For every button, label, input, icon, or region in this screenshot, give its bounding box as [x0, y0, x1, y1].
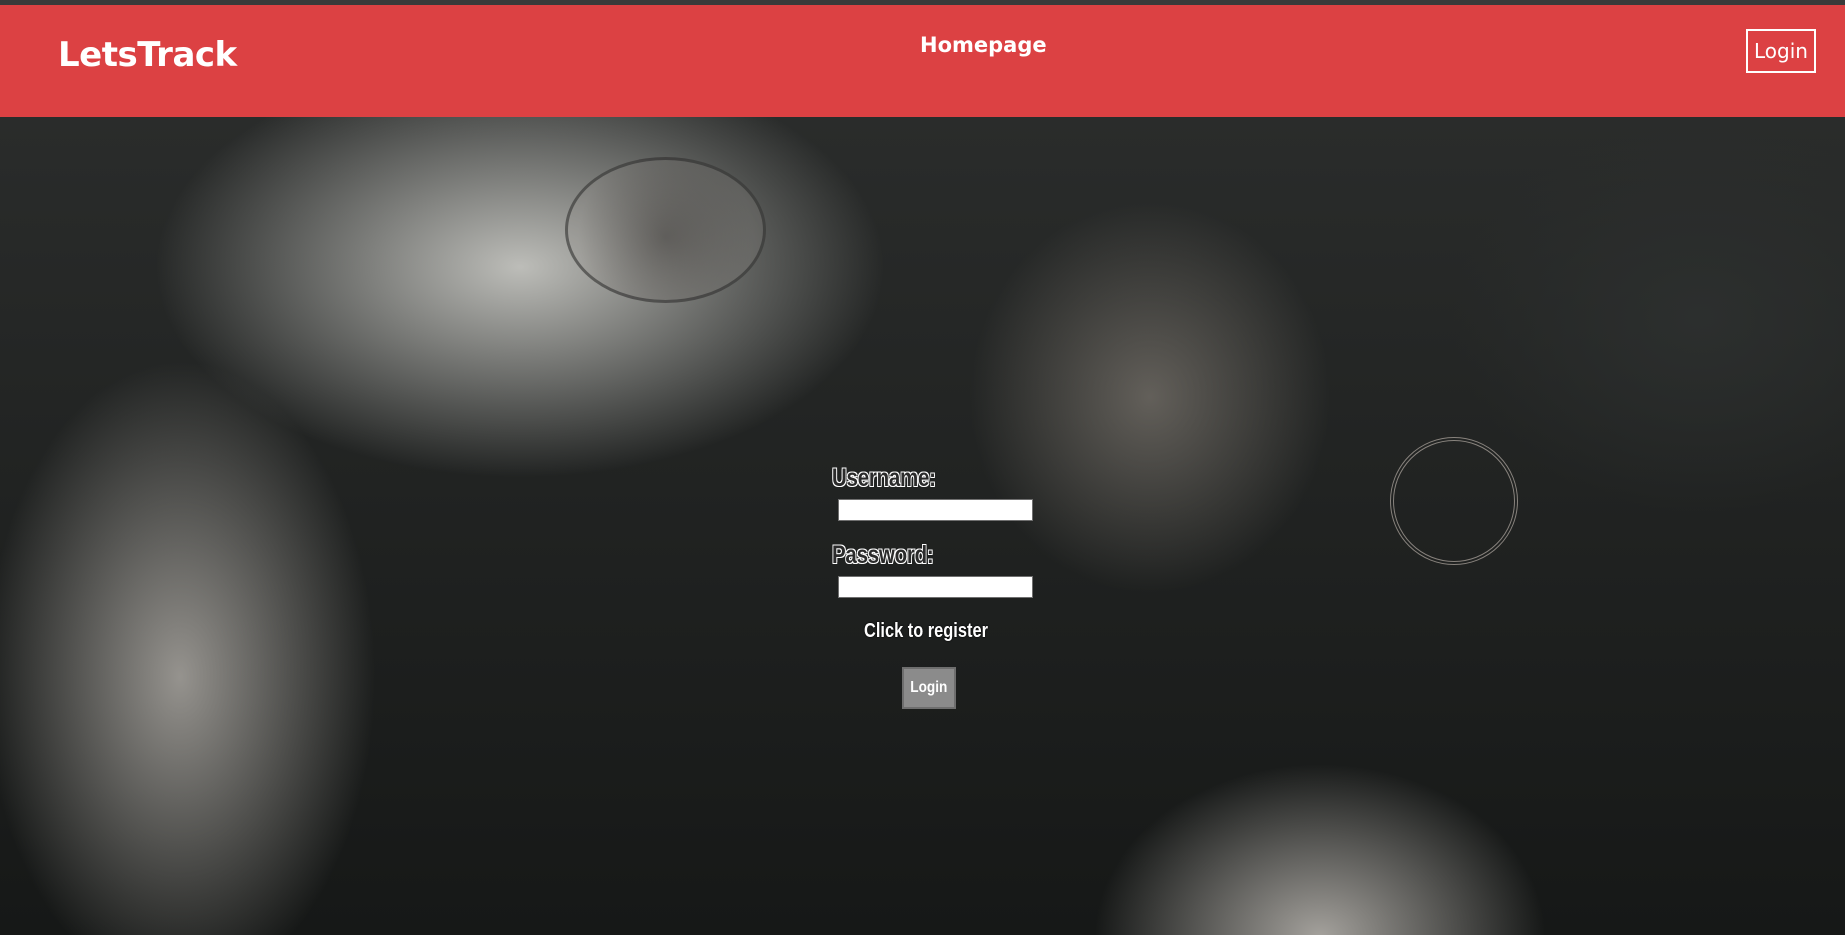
- password-input[interactable]: [838, 576, 1033, 598]
- navbar: LetsTrack Homepage Login: [0, 5, 1845, 117]
- login-submit-label: Login: [910, 679, 948, 696]
- login-form: Username: Password: Click to register Lo…: [832, 464, 1072, 709]
- password-label: Password:: [832, 541, 934, 569]
- brand-logo[interactable]: LetsTrack: [58, 35, 237, 75]
- login-submit-button[interactable]: Login: [902, 667, 956, 709]
- hero-background-image: Username: Password: Click to register Lo…: [0, 117, 1845, 935]
- register-link[interactable]: Click to register: [864, 620, 1035, 643]
- background-gi-patch: [565, 157, 766, 303]
- username-label: Username:: [832, 464, 936, 492]
- username-input[interactable]: [838, 499, 1033, 521]
- background-swirl-patch: [1390, 437, 1518, 565]
- nav-login-button[interactable]: Login: [1746, 29, 1816, 73]
- nav-link-homepage[interactable]: Homepage: [920, 33, 1047, 57]
